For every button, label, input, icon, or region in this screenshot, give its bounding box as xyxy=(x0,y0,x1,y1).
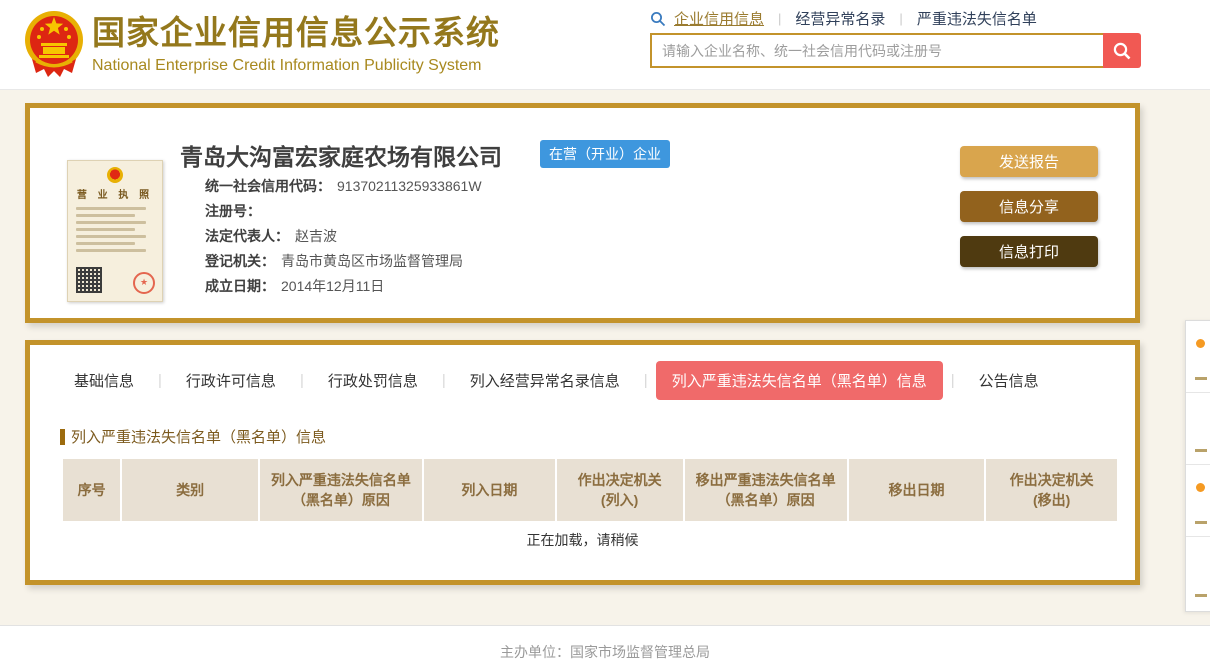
tab-announcements[interactable]: 公告信息 xyxy=(963,361,1055,400)
side-toolbar-item-4[interactable] xyxy=(1186,537,1210,609)
site-subtitle: National Enterprise Credit Information P… xyxy=(92,57,482,74)
search-button[interactable] xyxy=(1103,33,1141,68)
col-category: 类别 xyxy=(122,459,258,521)
company-summary-card: 营 业 执 照 青岛大沟富宏家庭农场有限公司 在营（开业）企业 统一社会信用代码… xyxy=(25,103,1140,323)
nav-link-enterprise-credit[interactable]: 企业信用信息 xyxy=(674,8,764,29)
tab-abnormal-operations-list[interactable]: 列入经营异常名录信息 xyxy=(454,361,636,400)
company-actions: 发送报告 信息分享 信息打印 xyxy=(960,146,1098,281)
license-red-seal xyxy=(133,272,155,294)
tab-serious-violation-blacklist[interactable]: 列入严重违法失信名单（黑名单）信息 xyxy=(655,361,943,400)
field-registration-authority: 登记机关： 青岛市黄岛区市场监督管理局 xyxy=(205,253,463,269)
search-input[interactable] xyxy=(650,33,1103,68)
section-title-marker xyxy=(60,428,65,445)
nav-link-serious-violation[interactable]: 严重违法失信名单 xyxy=(917,8,1037,29)
top-nav: 企业信用信息 | 经营异常名录 | 严重违法失信名单 xyxy=(650,8,1037,29)
footer-organizer-text: 主办单位：国家市场监督管理总局 xyxy=(500,644,710,660)
detail-card: 基础信息 | 行政许可信息 | 行政处罚信息 | 列入经营异常名录信息 | 列入… xyxy=(25,340,1140,585)
field-legal-representative: 法定代表人： 赵吉波 xyxy=(205,228,337,244)
share-info-button[interactable]: 信息分享 xyxy=(960,191,1098,222)
col-removal-date: 移出日期 xyxy=(848,459,985,521)
nav-separator: | xyxy=(899,11,903,26)
col-deciding-authority-removal: 作出决定机关 (移出) xyxy=(986,459,1117,521)
national-emblem-logo xyxy=(25,11,83,77)
toolbar-orange-icon xyxy=(1196,339,1205,348)
search-bar xyxy=(650,33,1141,68)
loading-message: 正在加载，请稍候 xyxy=(526,532,639,548)
field-establishment-date: 成立日期： 2014年12月11日 xyxy=(205,278,385,294)
send-report-button[interactable]: 发送报告 xyxy=(960,146,1098,177)
search-icon xyxy=(650,11,666,27)
business-license-thumbnail: 营 业 执 照 xyxy=(67,160,163,302)
license-emblem-icon xyxy=(107,167,123,183)
col-deciding-authority-inclusion: 作出决定机关 (列入) xyxy=(556,459,683,521)
blacklist-table: 序号 类别 列入严重违法失信名单（黑名单）原因 列入日期 作出决定机关 (列入)… xyxy=(61,459,1119,521)
status-badge: 在营（开业）企业 xyxy=(540,140,670,168)
nav-link-abnormal-operations[interactable]: 经营异常名录 xyxy=(795,8,885,29)
license-title: 营 业 执 照 xyxy=(76,190,154,201)
tab-administrative-licensing[interactable]: 行政许可信息 xyxy=(170,361,292,400)
page-header: 国家企业信用信息公示系统 National Enterprise Credit … xyxy=(0,0,1210,90)
tab-administrative-penalty[interactable]: 行政处罚信息 xyxy=(312,361,434,400)
section-title: 列入严重违法失信名单（黑名单）信息 xyxy=(60,426,1135,447)
site-title: 国家企业信用信息公示系统 xyxy=(92,14,500,51)
side-toolbar-item-2[interactable] xyxy=(1186,393,1210,465)
col-serial-number: 序号 xyxy=(63,459,121,521)
company-name: 青岛大沟富宏家庭农场有限公司 xyxy=(180,144,502,170)
tab-basic-info[interactable]: 基础信息 xyxy=(58,361,150,400)
license-text-lines xyxy=(76,207,154,252)
col-inclusion-date: 列入日期 xyxy=(424,459,555,521)
col-inclusion-reason: 列入严重违法失信名单（黑名单）原因 xyxy=(259,459,423,521)
nav-separator: | xyxy=(778,11,782,26)
toolbar-orange-icon xyxy=(1196,483,1205,492)
print-info-button[interactable]: 信息打印 xyxy=(960,236,1098,267)
field-registration-number: 注册号： xyxy=(205,203,261,219)
company-fields: 统一社会信用代码： 91370211325933861W 注册号： 法定代表人：赵… xyxy=(205,174,482,299)
page-footer: 主办单位：国家市场监督管理总局 xyxy=(0,625,1210,665)
side-toolbar-item-1[interactable] xyxy=(1186,321,1210,393)
tab-bar: 基础信息 | 行政许可信息 | 行政处罚信息 | 列入经营异常名录信息 | 列入… xyxy=(58,361,1135,400)
search-button-icon xyxy=(1113,42,1131,59)
side-toolbar-item-3[interactable] xyxy=(1186,465,1210,537)
table-header-row: 序号 类别 列入严重违法失信名单（黑名单）原因 列入日期 作出决定机关 (列入)… xyxy=(63,459,1117,521)
license-qr-code xyxy=(76,267,102,293)
floating-side-toolbar xyxy=(1185,320,1210,612)
col-removal-reason: 移出严重违法失信名单（黑名单）原因 xyxy=(684,459,847,521)
field-credit-code: 统一社会信用代码： 91370211325933861W xyxy=(205,178,482,194)
